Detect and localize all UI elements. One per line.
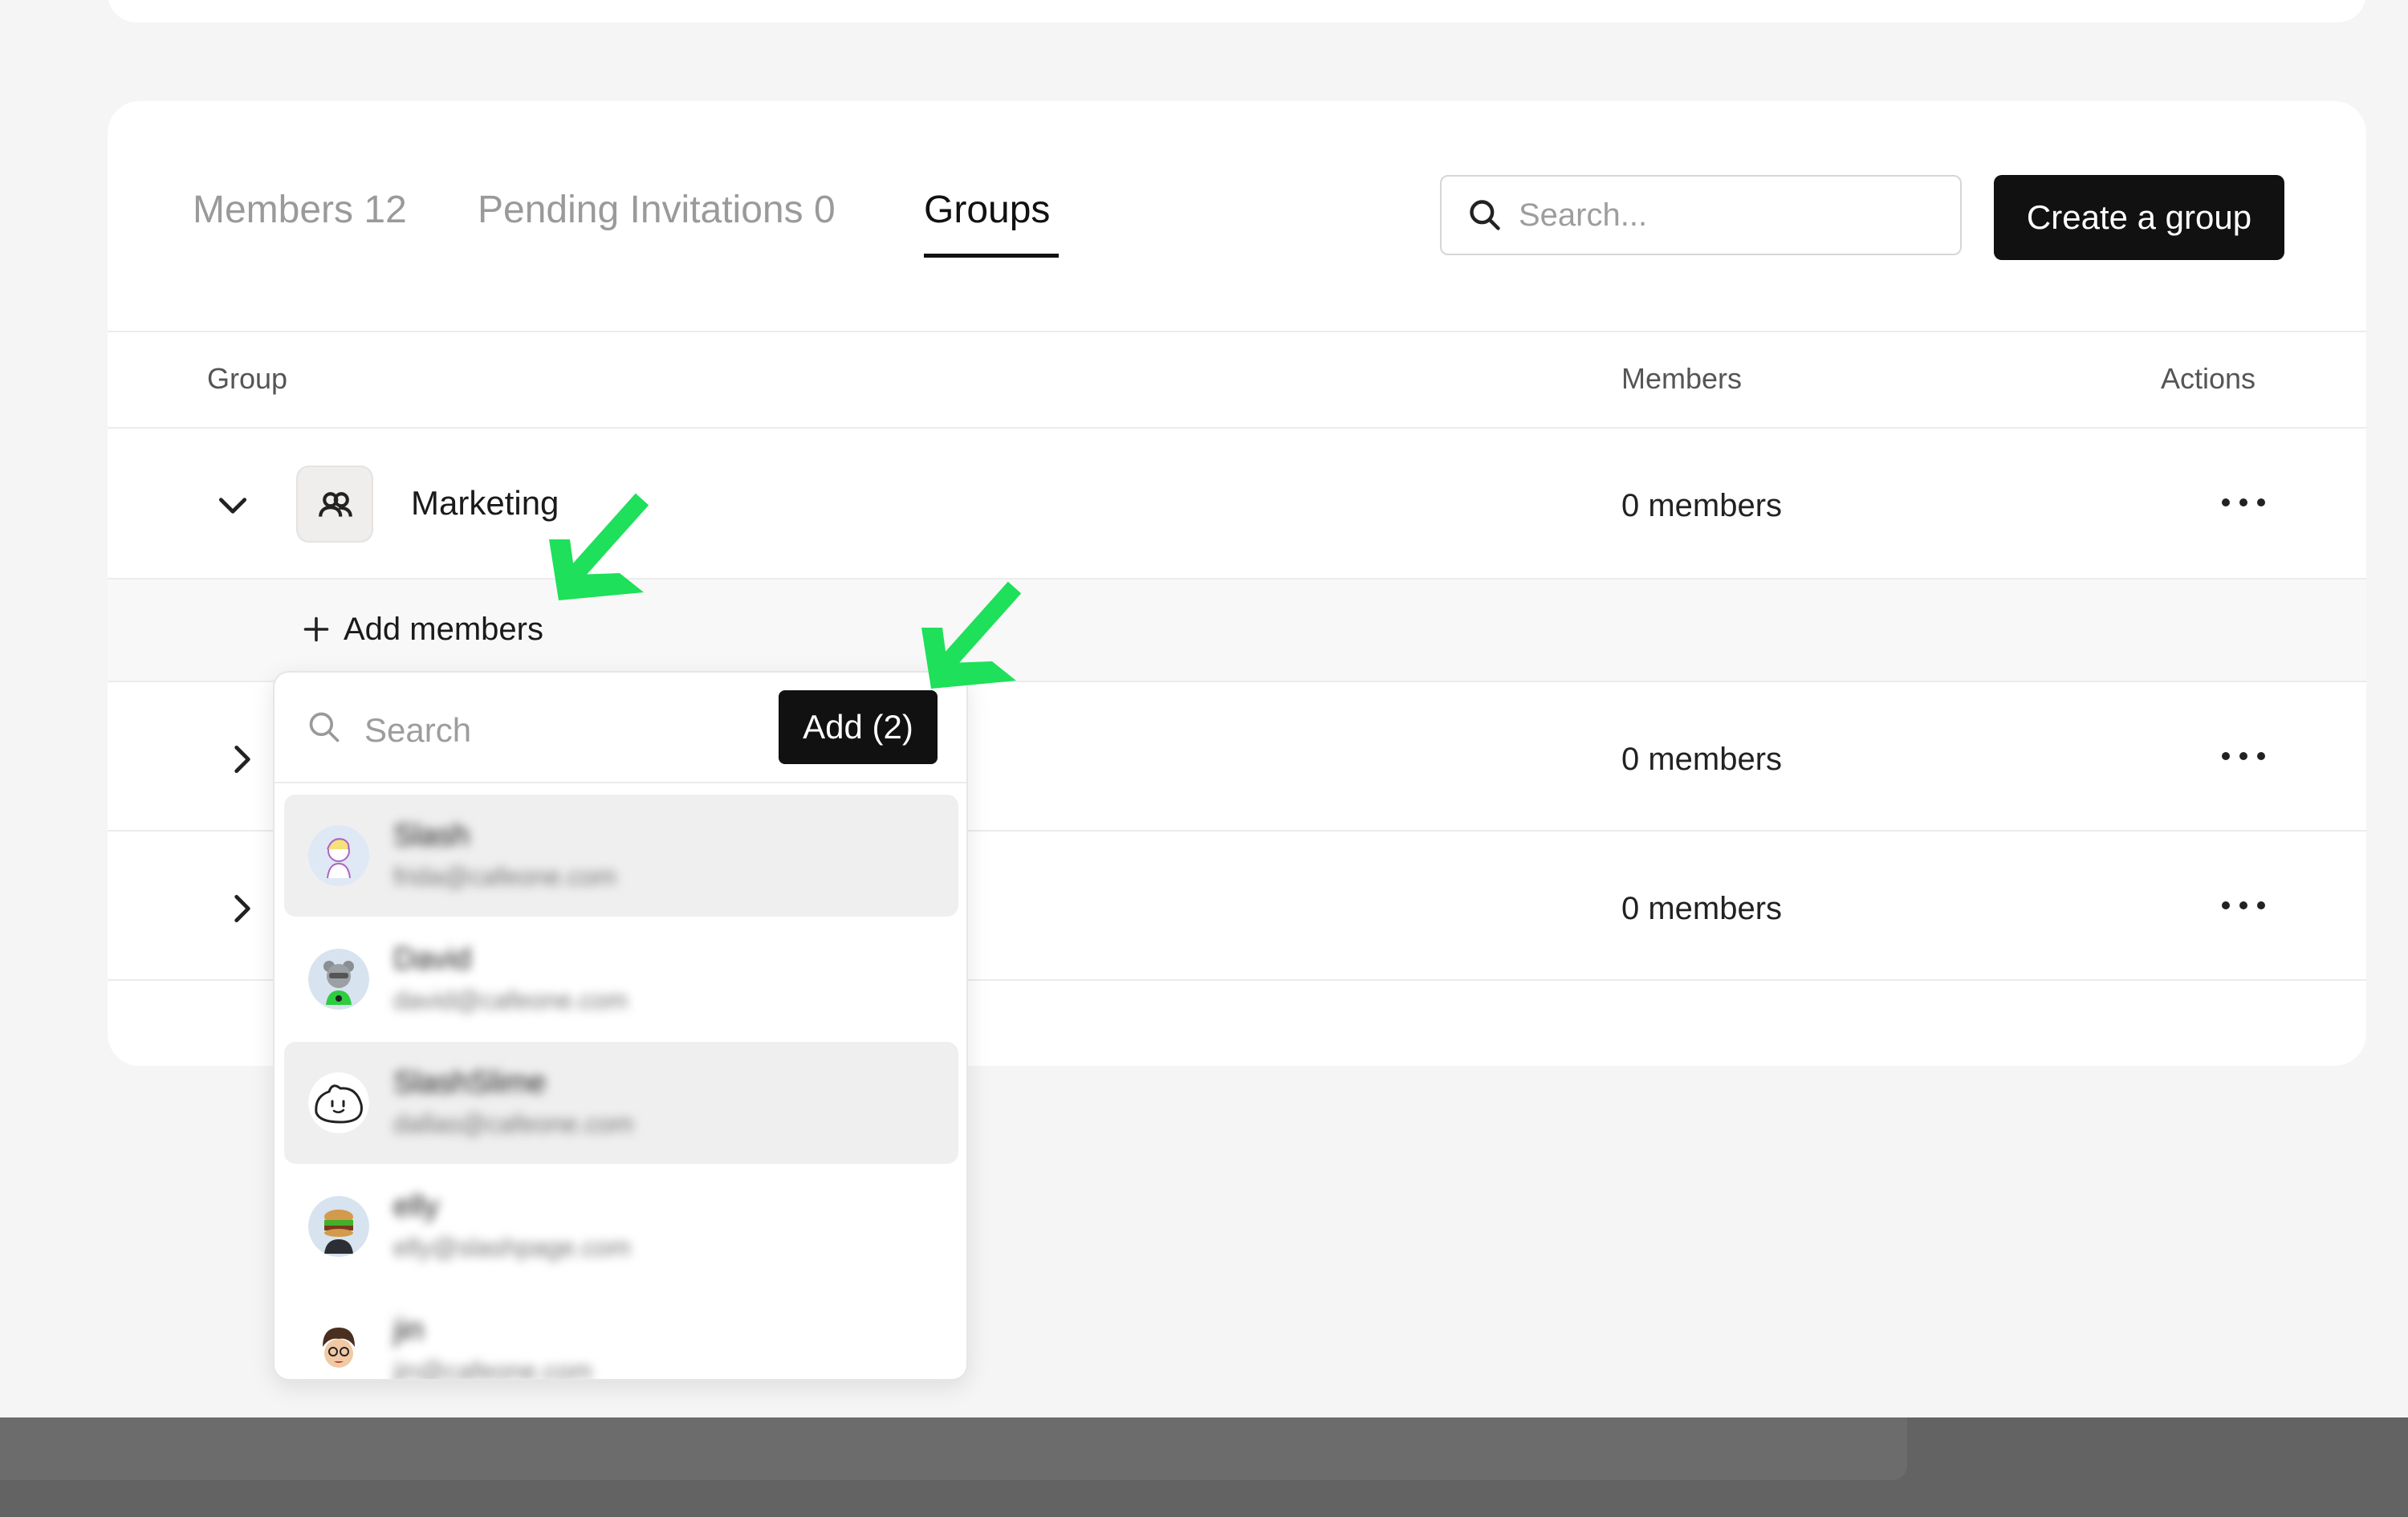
- member-option[interactable]: jin jin@cafeone.com: [284, 1289, 958, 1381]
- user-name: elly: [393, 1190, 440, 1223]
- group-search[interactable]: [1440, 175, 1962, 255]
- column-header-group: Group: [207, 362, 288, 395]
- member-option[interactable]: David david@cafeone.com: [284, 918, 958, 1040]
- users-icon: [319, 492, 352, 517]
- annotation-arrow-icon: [549, 493, 649, 600]
- group-avatar: [296, 466, 373, 543]
- chevron-down-icon[interactable]: [215, 488, 250, 523]
- member-count: 0 members: [1621, 742, 1783, 777]
- user-avatar: [308, 1320, 369, 1379]
- user-avatar: [308, 1072, 369, 1133]
- tab-groups[interactable]: Groups: [924, 191, 1050, 230]
- chevron-right-icon[interactable]: [225, 891, 260, 926]
- column-header-actions: Actions: [2161, 362, 2256, 395]
- user-name: jin: [393, 1313, 425, 1347]
- bottom-panel: [0, 1417, 1907, 1480]
- search-icon: [309, 712, 340, 742]
- divider: [275, 782, 966, 783]
- add-selected-members-button[interactable]: Add (2): [779, 690, 938, 764]
- search-icon: [1470, 200, 1500, 230]
- member-picker-popover: Add (2) Slash frida@cafeone.com: [273, 671, 968, 1381]
- tab-pending-invitations[interactable]: Pending Invitations 0: [478, 191, 836, 230]
- user-avatar: [308, 825, 369, 886]
- member-count: 0 members: [1621, 488, 1783, 523]
- user-email: david@cafeone.com: [393, 986, 628, 1015]
- search-input[interactable]: [1519, 193, 1936, 238]
- more-actions-icon[interactable]: [2215, 748, 2272, 764]
- more-actions-icon[interactable]: [2215, 897, 2272, 913]
- group-name[interactable]: Marketing: [411, 486, 559, 520]
- member-count: 0 members: [1621, 891, 1783, 926]
- user-email: frida@cafeone.com: [393, 862, 616, 891]
- divider: [108, 331, 2366, 332]
- divider: [108, 578, 2366, 580]
- create-group-button[interactable]: Create a group: [1994, 175, 2284, 260]
- add-members-label: Add members: [344, 612, 543, 647]
- user-name: David: [393, 942, 472, 976]
- user-avatar: [308, 949, 369, 1010]
- column-header-members: Members: [1621, 362, 1743, 395]
- member-option[interactable]: elly elly@slashpage.com: [284, 1165, 958, 1287]
- previous-card: [108, 0, 2366, 22]
- more-actions-icon[interactable]: [2215, 494, 2272, 510]
- user-avatar: [308, 1196, 369, 1257]
- member-option[interactable]: SlashSlime dallas@cafeone.com: [284, 1042, 958, 1164]
- tab-members[interactable]: Members 12: [193, 191, 407, 230]
- member-option[interactable]: Slash frida@cafeone.com: [284, 795, 958, 917]
- user-name: SlashSlime: [393, 1066, 547, 1100]
- member-search-input[interactable]: [364, 708, 766, 753]
- annotation-arrow-icon: [921, 581, 1022, 689]
- active-tab-indicator: [924, 254, 1059, 258]
- chevron-right-icon[interactable]: [225, 742, 260, 777]
- divider: [108, 427, 2366, 429]
- user-email: dallas@cafeone.com: [393, 1109, 634, 1138]
- user-name: Slash: [393, 819, 470, 852]
- plus-icon: [303, 616, 329, 642]
- user-email: jin@cafeone.com: [393, 1356, 592, 1381]
- user-email: elly@slashpage.com: [393, 1233, 631, 1262]
